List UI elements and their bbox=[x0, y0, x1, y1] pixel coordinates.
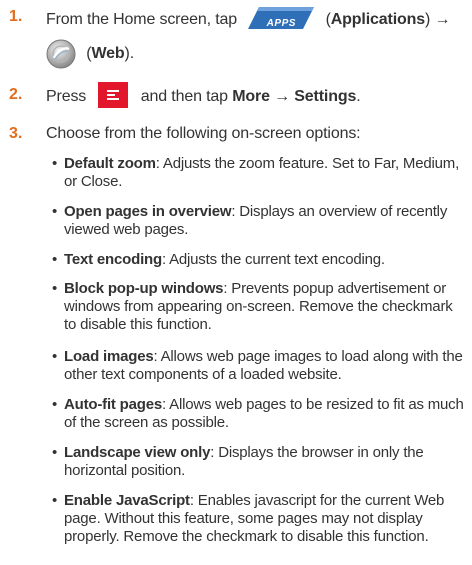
menu-path: More → Settings bbox=[232, 88, 357, 106]
step-body: Press and then tap More → Settings. bbox=[46, 82, 466, 110]
step-3: 3. Choose from the following on-screen o… bbox=[0, 123, 472, 145]
bullet: • bbox=[52, 396, 58, 413]
option-description: : Adjusts the current text encoding. bbox=[161, 251, 385, 268]
step-body: From the Home screen, tap APPS (Applicat… bbox=[46, 6, 466, 70]
step-text: and then tap bbox=[140, 88, 228, 106]
web-globe-icon bbox=[46, 39, 76, 69]
bullet: • bbox=[52, 280, 58, 297]
bullet: • bbox=[52, 492, 58, 509]
bullet: • bbox=[52, 444, 58, 461]
close-paren: ) bbox=[425, 11, 431, 28]
apps-icon-label: APPS bbox=[266, 17, 296, 29]
bullet: • bbox=[52, 203, 58, 220]
arrow-icon: → bbox=[434, 11, 451, 28]
option-item: • Block pop-up windows: Prevents popup a… bbox=[52, 280, 466, 334]
step-end: . bbox=[356, 88, 361, 106]
option-item: • Landscape view only: Displays the brow… bbox=[52, 444, 466, 480]
option-title: Enable JavaScript bbox=[64, 492, 190, 509]
applications-label: Applications bbox=[330, 11, 425, 28]
step-1: 1. From the Home screen, tap APPS (Appli… bbox=[0, 6, 472, 76]
step-text: From the Home screen, tap bbox=[46, 11, 237, 28]
option-title: Text encoding bbox=[64, 251, 162, 268]
step-number: 2. bbox=[9, 86, 23, 103]
bullet: • bbox=[52, 348, 58, 365]
step-body: Choose from the following on-screen opti… bbox=[46, 125, 361, 142]
option-item: • Auto-fit pages: Allows web pages to be… bbox=[52, 396, 466, 432]
option-item: • Text encoding: Adjusts the current tex… bbox=[52, 251, 466, 269]
bullet: • bbox=[52, 155, 58, 172]
option-title: Default zoom bbox=[64, 155, 156, 172]
option-item: • Default zoom: Adjusts the zoom feature… bbox=[52, 155, 466, 191]
bullet: • bbox=[52, 251, 58, 268]
web-label: Web bbox=[91, 45, 125, 62]
option-title: Load images bbox=[64, 348, 154, 365]
step-number: 1. bbox=[9, 8, 23, 25]
option-title: Open pages in overview bbox=[64, 203, 232, 220]
option-title: Block pop-up windows bbox=[64, 280, 224, 297]
option-title: Landscape view only bbox=[64, 444, 211, 461]
apps-icon: APPS bbox=[247, 6, 315, 30]
option-item: • Load images: Allows web page images to… bbox=[52, 348, 466, 384]
step-text: Press bbox=[46, 88, 87, 106]
menu-key-icon bbox=[98, 82, 129, 108]
step-number: 3. bbox=[9, 125, 23, 142]
step-end: ). bbox=[124, 45, 135, 62]
step-2: 2. Press and then tap More → Settings. bbox=[0, 80, 472, 110]
option-item: • Open pages in overview: Displays an ov… bbox=[52, 203, 466, 239]
option-title: Auto-fit pages bbox=[64, 396, 163, 413]
manual-page: 1. From the Home screen, tap APPS (Appli… bbox=[0, 0, 472, 565]
option-item: • Enable JavaScript: Enables javascript … bbox=[52, 492, 466, 546]
